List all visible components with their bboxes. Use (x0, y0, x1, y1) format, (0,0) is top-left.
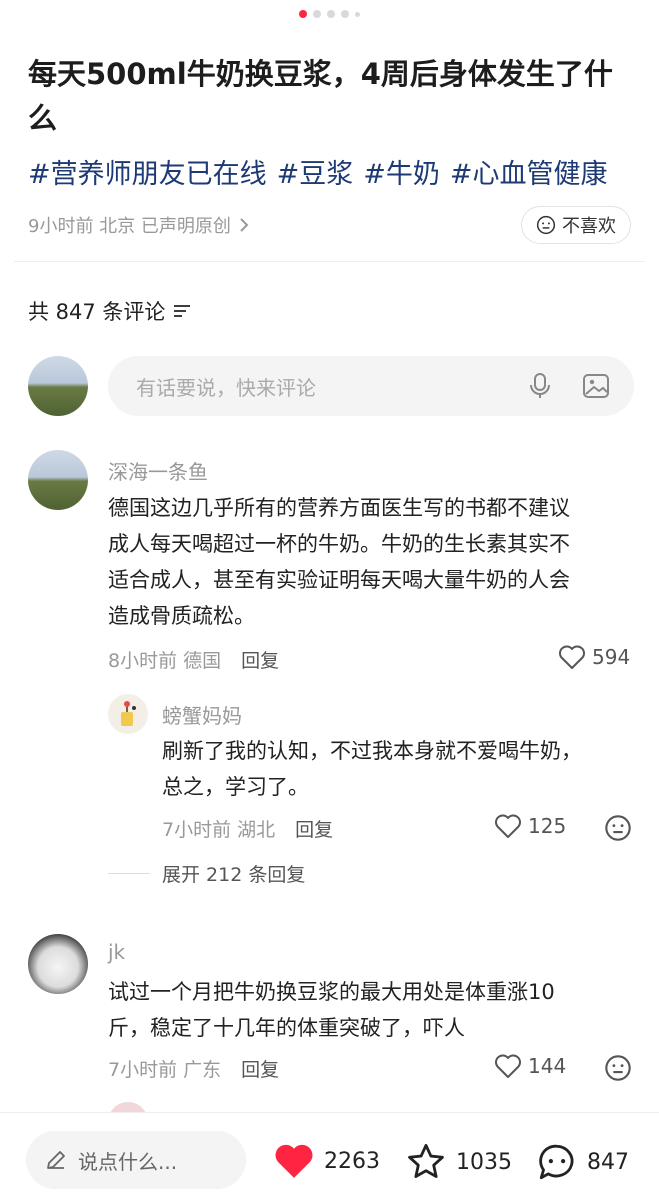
tag-link[interactable]: #营养师朋友已在线 (28, 152, 267, 191)
divider (14, 261, 645, 262)
like-count: 125 (528, 814, 567, 838)
pager-dot (313, 10, 321, 18)
expand-line (108, 873, 150, 874)
tag-link[interactable]: #心血管健康 (450, 152, 608, 191)
comment-line: 总之，学习了。 (162, 775, 309, 799)
pencil-icon (47, 1151, 65, 1169)
comment-total: 847 (587, 1149, 629, 1175)
neutral-face-icon[interactable] (604, 814, 632, 842)
like-button[interactable]: 2263 (272, 1141, 380, 1181)
comment-button[interactable]: 847 (535, 1141, 629, 1183)
post-meta-text: 9小时前 北京 已声明原创 (28, 216, 231, 237)
heart-outline-icon (495, 1054, 521, 1078)
comment-meta: 7小时前 广东 回复 (108, 1055, 279, 1082)
chat-bubble-icon (539, 1144, 574, 1180)
comment-time-location: 7小时前 湖北 (162, 819, 276, 841)
comment-line: 适合成人，甚至有实验证明每天喝大量牛奶的人会 (108, 568, 570, 592)
commenter-name[interactable]: 深海一条鱼 (108, 456, 208, 485)
reply-button[interactable]: 回复 (295, 815, 333, 842)
comment-count-header[interactable]: 共 847 条评论 (28, 296, 191, 326)
comment-meta: 8小时前 德国 回复 (108, 646, 279, 673)
comment-line: 造成骨质疏松。 (108, 604, 255, 628)
pager-dot (341, 10, 349, 18)
sort-icon (174, 305, 191, 317)
image-pager-dots (0, 10, 659, 18)
post-tags: #营养师朋友已在线 #豆浆 #牛奶 #心血管健康 (28, 152, 608, 191)
avatar[interactable] (28, 450, 88, 510)
commenter-name[interactable]: jk (108, 940, 125, 964)
bottom-action-bar: 说点什么... 2263 1035 847 (0, 1112, 659, 1200)
favorite-button[interactable]: 1035 (404, 1141, 512, 1183)
reply-button[interactable]: 回复 (241, 1055, 279, 1082)
comment-line: 刷新了我的认知，不过我本身就不爱喝牛奶， (162, 739, 582, 763)
chevron-right-icon (240, 218, 249, 232)
neutral-face-icon (536, 215, 556, 235)
dislike-label: 不喜欢 (562, 216, 616, 237)
like-count: 144 (528, 1054, 567, 1078)
say-placeholder: 说点什么... (78, 1149, 178, 1174)
comment-count-label: 共 847 条评论 (28, 300, 166, 324)
comment-like-button[interactable]: 594 (558, 644, 630, 670)
pager-dot (355, 11, 360, 17)
heart-outline-icon (559, 645, 585, 669)
comment-text: 刷新了我的认知，不过我本身就不爱喝牛奶， 总之，学习了。 (162, 733, 638, 805)
tag-link[interactable]: #豆浆 (277, 152, 354, 191)
heart-outline-icon (495, 814, 521, 838)
pager-dot (327, 10, 335, 18)
expand-replies-button[interactable]: 展开 212 条回复 (108, 860, 305, 887)
avatar[interactable] (108, 694, 148, 734)
comment-line: 德国这边几乎所有的营养方面医生写的书都不建议 (108, 496, 570, 520)
comment-time-location: 7小时前 广东 (108, 1059, 222, 1081)
commenter-name[interactable]: 螃蟹妈妈 (162, 700, 242, 729)
like-count: 594 (592, 645, 631, 669)
avatar-illustration (121, 701, 136, 726)
microphone-icon[interactable] (528, 372, 552, 400)
heart-filled-icon (275, 1144, 313, 1178)
like-total: 2263 (324, 1148, 380, 1174)
comment-input[interactable]: 有话要说，快来评论 (108, 356, 634, 416)
expand-replies-label: 展开 212 条回复 (162, 864, 306, 886)
dislike-button[interactable]: 不喜欢 (521, 206, 631, 244)
comment-line: 成人每天喝超过一杯的牛奶。牛奶的生长素其实不 (108, 532, 570, 556)
comment-line: 试过一个月把牛奶换豆浆的最大用处是体重涨10 (108, 980, 555, 1004)
comment-line: 斤，稳定了十几年的体重突破了，吓人 (108, 1016, 465, 1040)
say-something-input[interactable]: 说点什么... (26, 1131, 246, 1189)
comment-like-button[interactable]: 125 (494, 813, 566, 839)
comment-time-location: 8小时前 德国 (108, 650, 222, 672)
reply-button[interactable]: 回复 (241, 646, 279, 673)
comment-text: 试过一个月把牛奶换豆浆的最大用处是体重涨10 斤，稳定了十几年的体重突破了，吓人 (108, 974, 638, 1046)
comment-like-button[interactable]: 144 (494, 1053, 566, 1079)
avatar[interactable] (28, 934, 88, 994)
post-title: 每天500ml牛奶换豆浆，4周后身体发生了什么 (28, 57, 613, 135)
comment-input-placeholder: 有话要说，快来评论 (136, 375, 316, 400)
comment-text: 德国这边几乎所有的营养方面医生写的书都不建议 成人每天喝超过一杯的牛奶。牛奶的生… (108, 490, 638, 634)
note-detail-page: 每天500ml牛奶换豆浆，4周后身体发生了什么 #营养师朋友已在线 #豆浆 #牛… (0, 0, 659, 1200)
star-icon (408, 1143, 444, 1178)
image-icon[interactable] (582, 372, 610, 400)
pager-dot-active (299, 10, 307, 18)
tag-link[interactable]: #牛奶 (363, 152, 440, 191)
neutral-face-icon[interactable] (604, 1054, 632, 1082)
favorite-total: 1035 (456, 1149, 512, 1175)
comment-meta: 7小时前 湖北 回复 (162, 815, 333, 842)
post-meta[interactable]: 9小时前 北京 已声明原创 (28, 212, 249, 238)
my-avatar[interactable] (28, 356, 88, 416)
